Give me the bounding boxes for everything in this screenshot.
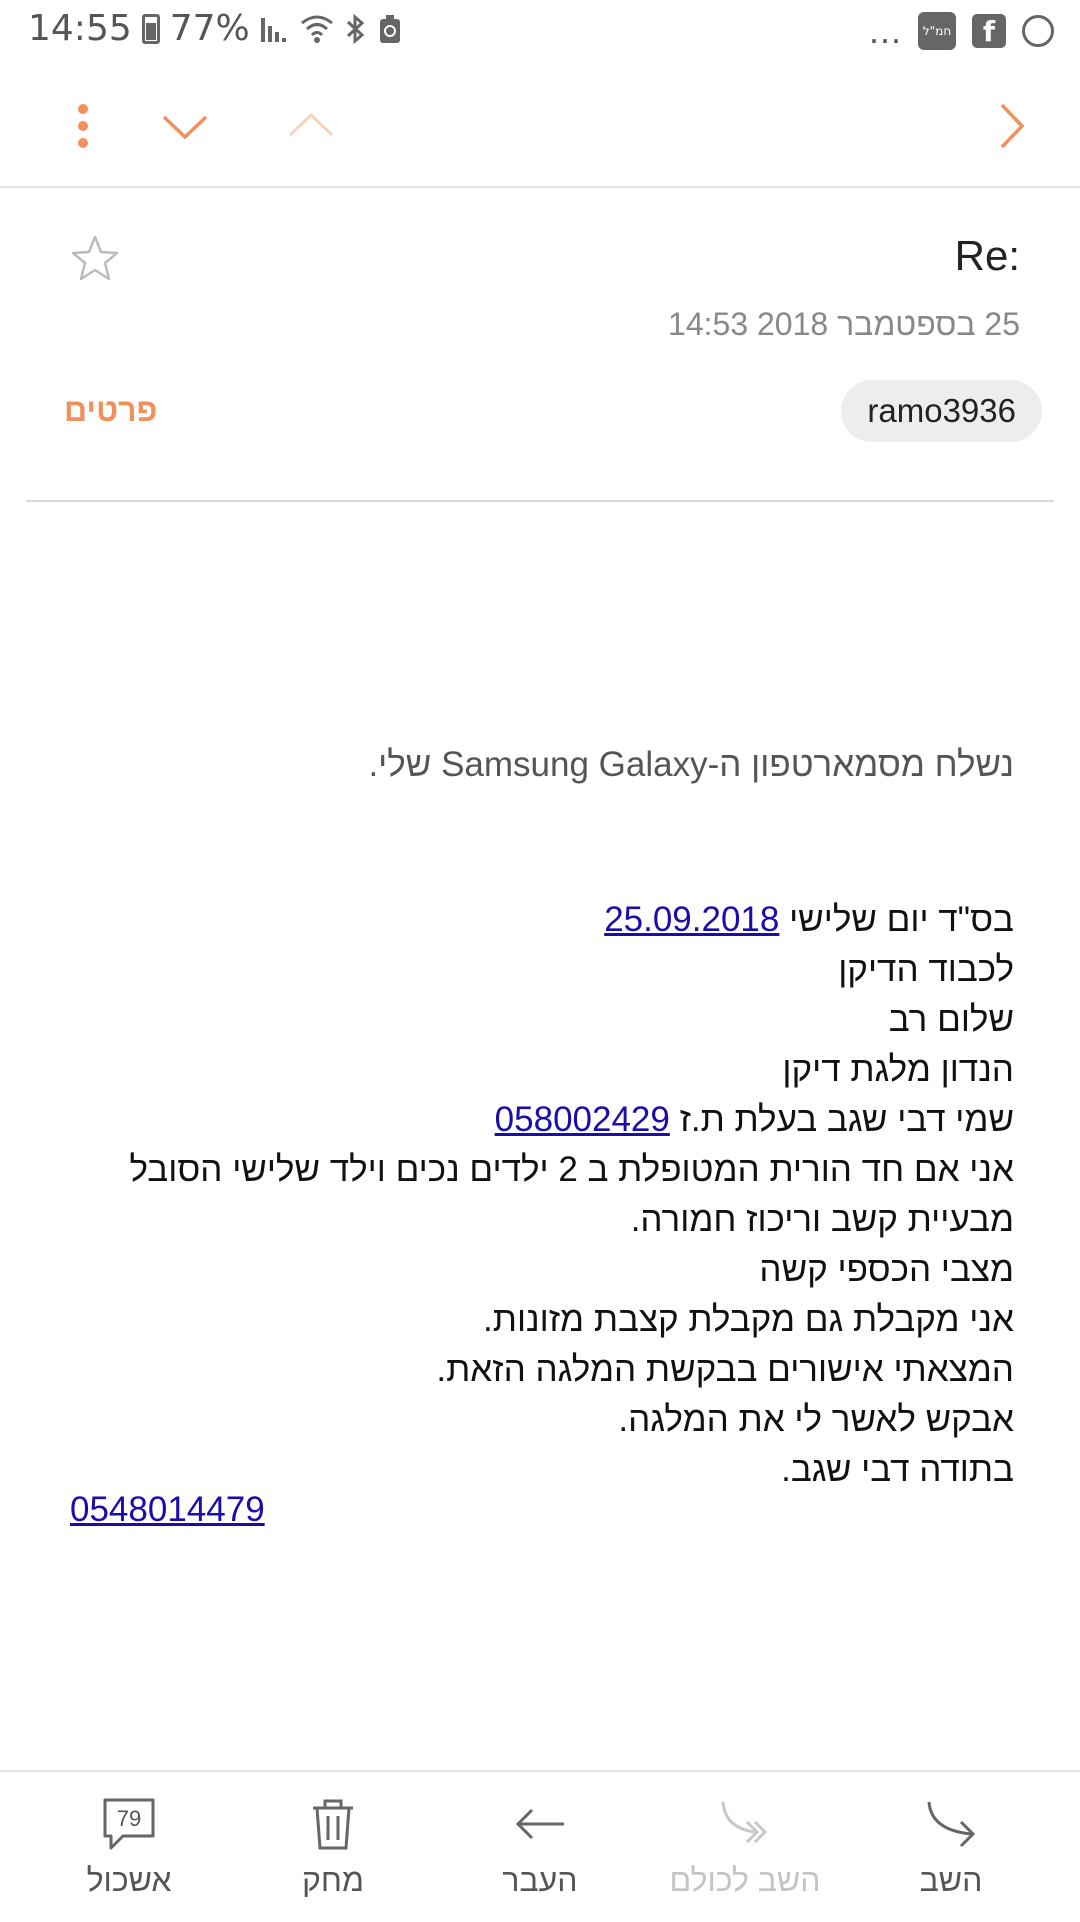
chevron-down-icon [162,115,208,140]
facebook-icon: f [972,14,1006,48]
recycle-icon [379,14,400,43]
letter-line: הנדון מלגת דיקן [782,1050,1014,1089]
app-notification-icon: חמ"ל [918,12,956,50]
letter-line: אני אם חד הורית המטופלת ב 2 ילדים נכים ו… [129,1150,1014,1189]
trash-icon [305,1796,361,1852]
more-options-button[interactable] [38,66,128,186]
bluetooth-icon [346,13,365,44]
battery-percent: 77% [169,8,250,49]
mobile-signature: נשלח מסמארטפון ה-Samsung Galaxy שלי. [368,745,1014,784]
letter-line: אבקש לאשר לי את המלגה. [618,1400,1014,1439]
status-left: 14:55 77% [28,8,402,49]
sync-icon [1022,15,1054,47]
email-subject: Re: [954,232,1020,279]
chevron-right-icon [1000,103,1025,149]
cluster-label: אשכול [86,1862,172,1898]
forward-label: העבר [502,1862,578,1898]
date-link[interactable]: 25.09.2018 [604,900,779,939]
bottom-action-bar: 79 אשכול מחק העבר השב לכולם השב [0,1770,1080,1922]
cluster-button[interactable]: 79 אשכול [44,1772,214,1922]
letter-line: לכבוד הדיקן [838,950,1014,989]
cluster-count: 79 [117,1806,141,1831]
letter-line: אני מקבלת גם מקבלת קצבת מזונות. [483,1300,1014,1339]
delete-button[interactable]: מחק [248,1772,418,1922]
details-link[interactable]: פרטים [64,392,157,429]
email-date: 25 בספטמבר 2018 14:53 [668,306,1020,342]
conversation-icon: 79 [101,1796,157,1852]
letter-line: שמי דבי שגב בעלת ת.ז 058002429 [494,1100,1014,1139]
letter-line: שלום רב [888,1000,1014,1039]
id-number-link[interactable]: 058002429 [495,1100,670,1139]
battery-icon [141,13,160,44]
previous-email-button[interactable] [266,66,356,186]
back-button[interactable] [966,66,1056,186]
delete-label: מחק [302,1862,364,1898]
reply-all-icon [717,1796,773,1852]
arrow-left-icon [512,1796,568,1852]
clock: 14:55 [28,8,132,49]
phone-link[interactable]: 0548014479 [70,1490,265,1530]
forward-button[interactable]: העבר [455,1772,625,1922]
star-icon[interactable] [70,234,120,284]
wifi-icon [300,15,333,43]
signal-icon [260,17,286,42]
reply-label: השב [919,1862,983,1898]
chevron-up-icon [288,112,334,137]
next-email-button[interactable] [140,66,230,186]
more-notifications-icon: ... [868,10,902,51]
letter-line: בס"ד יום שלישי 25.09.2018 [604,900,1014,939]
reply-icon [923,1796,979,1852]
reply-all-label: השב לכולם [669,1862,821,1898]
sender-chip[interactable]: ramo3936 [841,380,1042,442]
header-divider [26,500,1054,502]
letter-line: מצבי הכספי קשה [759,1250,1014,1289]
more-vert-icon [78,104,88,148]
letter-line: מבעיית קשב וריכוז חמורה. [630,1200,1014,1239]
letter-line: המצאתי אישורים בבקשת המלגה הזאת. [436,1350,1014,1389]
email-toolbar [0,66,1080,188]
status-bar: 14:55 77% ... חמ"ל f [0,0,1080,66]
letter-line: בתודה דבי שגב. [781,1450,1014,1489]
status-right: ... חמ"ל f [869,10,1054,52]
letter-body: בס"ד יום שלישי 25.09.2018 לכבוד הדיקן של… [34,895,1014,1495]
reply-button[interactable]: השב [866,1772,1036,1922]
reply-all-button[interactable]: השב לכולם [660,1772,830,1922]
